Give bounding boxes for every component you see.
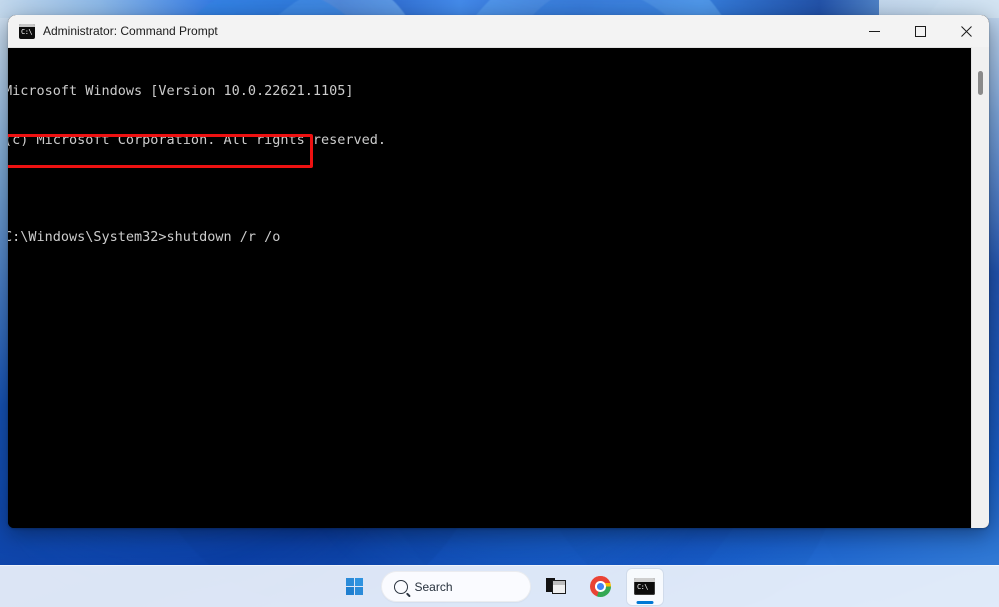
taskbar-item-task-view[interactable] bbox=[539, 569, 575, 605]
taskbar-item-start[interactable] bbox=[337, 569, 373, 605]
cmd-taskbar-icon: C:\ bbox=[634, 578, 655, 595]
cmd-icon-text: C:\ bbox=[21, 27, 33, 36]
taskbar-items: Search C:\ bbox=[337, 566, 663, 607]
close-icon bbox=[960, 25, 972, 37]
minimize-button[interactable] bbox=[851, 15, 897, 47]
close-button[interactable] bbox=[943, 15, 989, 47]
desktop: C:\ Administrator: Command Prompt Micros… bbox=[0, 0, 999, 607]
search-label: Search bbox=[414, 579, 453, 594]
window-title: Administrator: Command Prompt bbox=[43, 24, 218, 38]
search-icon bbox=[393, 579, 408, 594]
windows-start-icon bbox=[346, 578, 363, 595]
console-scrollbar[interactable] bbox=[971, 47, 989, 528]
taskbar-item-command-prompt[interactable]: C:\ bbox=[626, 568, 663, 605]
task-view-icon bbox=[546, 578, 567, 595]
console-line-prompt: C:\Windows\System32>shutdown /r /o bbox=[8, 229, 281, 246]
minimize-icon bbox=[868, 30, 880, 32]
maximize-icon bbox=[914, 25, 926, 37]
taskbar-search-button[interactable]: Search bbox=[380, 571, 531, 602]
taskbar-item-chrome[interactable] bbox=[583, 569, 619, 605]
console-text: Microsoft Windows [Version 10.0.22621.11… bbox=[8, 51, 386, 278]
console-output-area[interactable]: Microsoft Windows [Version 10.0.22621.11… bbox=[8, 48, 989, 528]
active-app-indicator bbox=[636, 600, 653, 604]
window-title-bar[interactable]: C:\ Administrator: Command Prompt bbox=[8, 15, 989, 48]
chrome-icon bbox=[590, 576, 611, 597]
window-controls bbox=[851, 15, 989, 47]
maximize-button[interactable] bbox=[897, 15, 943, 47]
command-prompt-window[interactable]: C:\ Administrator: Command Prompt Micros… bbox=[8, 15, 989, 528]
cmd-icon: C:\ bbox=[19, 23, 35, 39]
cmd-taskbar-icon-text: C:\ bbox=[637, 583, 648, 591]
taskbar: Search C:\ bbox=[0, 565, 999, 607]
console-line-copyright: (c) Microsoft Corporation. All rights re… bbox=[8, 132, 387, 149]
console-line-version: Microsoft Windows [Version 10.0.22621.11… bbox=[8, 83, 354, 100]
title-bar-left: C:\ Administrator: Command Prompt bbox=[8, 23, 851, 39]
console-scrollbar-thumb[interactable] bbox=[978, 71, 983, 95]
